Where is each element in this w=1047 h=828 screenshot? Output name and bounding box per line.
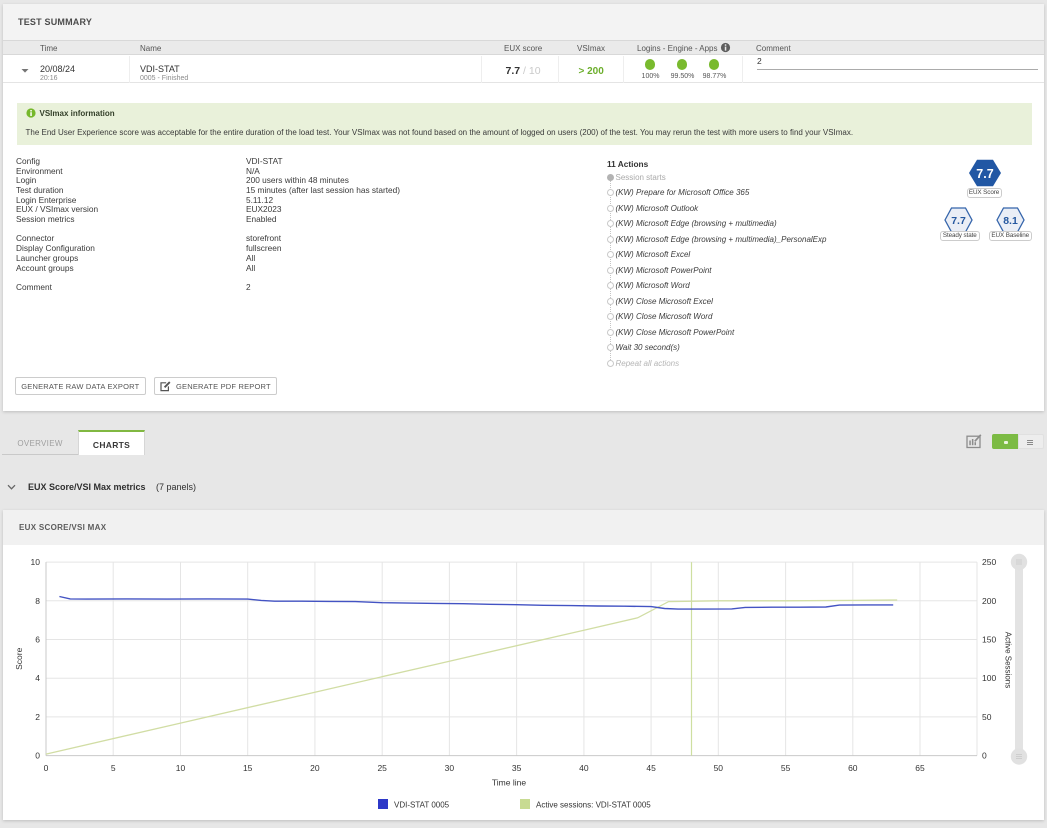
svg-text:55: 55 [781, 763, 791, 773]
svg-text:Active Sessions: Active Sessions [1004, 632, 1013, 688]
svg-text:35: 35 [512, 763, 522, 773]
svg-text:0: 0 [35, 751, 40, 761]
svg-text:0: 0 [44, 763, 49, 773]
svg-text:VDI-STAT 0005: VDI-STAT 0005 [394, 801, 450, 810]
svg-text:7.7: 7.7 [951, 215, 966, 227]
svg-text:Time line: Time line [492, 778, 526, 788]
svg-text:8: 8 [35, 596, 40, 606]
svg-text:5: 5 [111, 763, 116, 773]
svg-text:10: 10 [176, 763, 186, 773]
svg-text:Active sessions: VDI-STAT 0005: Active sessions: VDI-STAT 0005 [536, 801, 651, 810]
svg-text:Score: Score [14, 647, 24, 669]
svg-text:10: 10 [31, 557, 41, 567]
svg-text:8.1: 8.1 [1003, 215, 1018, 227]
svg-text:2: 2 [35, 712, 40, 722]
svg-text:40: 40 [579, 763, 589, 773]
svg-text:6: 6 [35, 635, 40, 645]
svg-text:50: 50 [982, 712, 992, 722]
svg-text:50: 50 [714, 763, 724, 773]
svg-text:30: 30 [445, 763, 455, 773]
svg-text:150: 150 [982, 635, 996, 645]
svg-text:15: 15 [243, 763, 253, 773]
svg-text:4: 4 [35, 673, 40, 683]
svg-text:7.7: 7.7 [976, 167, 993, 181]
svg-text:65: 65 [915, 763, 925, 773]
svg-text:0: 0 [982, 751, 987, 761]
svg-text:60: 60 [848, 763, 858, 773]
svg-text:200: 200 [982, 596, 996, 606]
svg-text:20: 20 [310, 763, 320, 773]
svg-text:25: 25 [377, 763, 387, 773]
svg-text:100: 100 [982, 673, 996, 683]
svg-text:250: 250 [982, 557, 996, 567]
svg-text:45: 45 [646, 763, 656, 773]
